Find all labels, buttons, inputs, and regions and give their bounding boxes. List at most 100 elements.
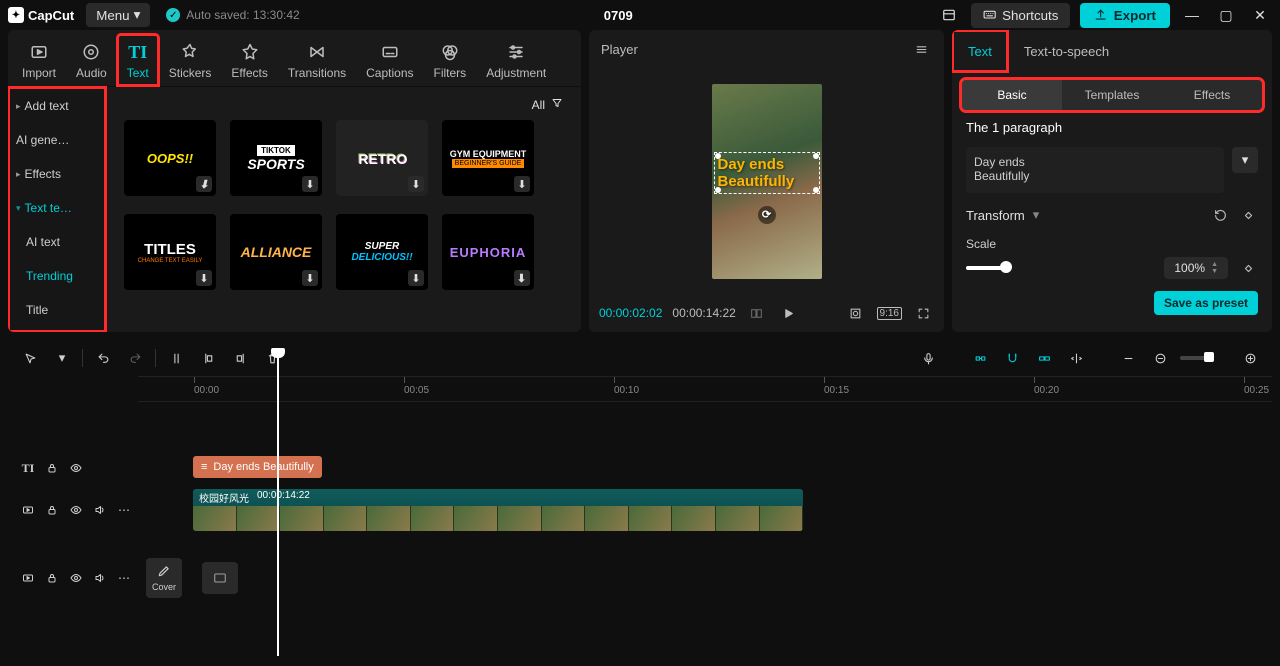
cat-title[interactable]: Title [8, 293, 106, 327]
template-item[interactable]: ALLIANCE⬇ [230, 214, 322, 290]
scale-slider[interactable] [966, 266, 1006, 270]
segment-basic[interactable]: Basic [962, 80, 1062, 110]
mute-icon[interactable] [92, 502, 108, 518]
download-icon[interactable]: ⬇ [302, 176, 318, 192]
cat-effects[interactable]: ▸Effects [8, 157, 106, 191]
tab-import[interactable]: Import [12, 34, 66, 86]
inspector-tab-tts[interactable]: Text-to-speech [1008, 30, 1125, 72]
video-clip[interactable]: 校园好风光 00:00:14:22 [193, 489, 803, 531]
download-icon[interactable]: ⬇ [514, 176, 530, 192]
tab-effects[interactable]: Effects [221, 34, 277, 86]
keyframe-icon[interactable] [1238, 205, 1258, 225]
download-icon[interactable]: ⬇ [196, 270, 212, 286]
list-icon: ≡ [201, 461, 207, 473]
lock-icon[interactable] [44, 570, 60, 586]
zoom-out-button[interactable] [1116, 346, 1140, 370]
trim-right-tool[interactable] [228, 346, 252, 370]
tab-text[interactable]: TIText [117, 34, 159, 86]
mic-button[interactable] [916, 346, 940, 370]
tab-stickers[interactable]: Stickers [159, 34, 222, 86]
eye-icon[interactable] [68, 570, 84, 586]
text-clip[interactable]: ≡ Day ends Beautifully [193, 456, 322, 478]
template-item[interactable]: SUPERDELICIOUS!!⬇ [336, 214, 428, 290]
player-menu-icon[interactable] [910, 38, 932, 60]
segment-templates[interactable]: Templates [1062, 80, 1162, 110]
timeline-ruler[interactable]: 00:00 00:05 00:10 00:15 00:20 00:25 [138, 376, 1272, 402]
download-icon[interactable]: ⬇ [302, 270, 318, 286]
cat-trending[interactable]: Trending [8, 259, 106, 293]
reset-icon[interactable] [1210, 205, 1230, 225]
cover-button[interactable]: Cover [146, 558, 182, 598]
template-item[interactable]: TIKTOKSPORTS⬇ [230, 120, 322, 196]
layout-button[interactable] [937, 3, 961, 27]
eye-icon[interactable] [68, 460, 84, 476]
close-button[interactable]: ✕ [1248, 3, 1272, 27]
trim-left-tool[interactable] [196, 346, 220, 370]
template-item[interactable]: GYM EQUIPMENTBEGINNER'S GUIDE⬇ [442, 120, 534, 196]
pointer-tool[interactable] [18, 346, 42, 370]
minimize-button[interactable]: — [1180, 3, 1204, 27]
inspector-tab-text[interactable]: Text [952, 30, 1008, 72]
rotate-handle-icon[interactable]: ⟳ [758, 206, 776, 224]
scale-fit-icon[interactable] [845, 302, 867, 324]
cover-slot[interactable] [202, 562, 238, 594]
mute-icon[interactable] [92, 570, 108, 586]
cat-ai-gene[interactable]: AI gene… [8, 123, 106, 157]
download-icon[interactable]: ⬇ [196, 176, 212, 192]
zoom-out-circle[interactable] [1148, 346, 1172, 370]
play-button[interactable] [778, 302, 800, 324]
menu-button[interactable]: Menu ▾ [86, 3, 150, 27]
paragraph-textarea[interactable] [966, 147, 1224, 193]
tab-audio[interactable]: Audio [66, 34, 117, 86]
zoom-slider[interactable] [1180, 356, 1210, 360]
media-panel: Import Audio TIText Stickers Effects Tra… [8, 30, 581, 332]
template-item[interactable]: RETRO⬇ [336, 120, 428, 196]
playhead[interactable] [277, 356, 279, 656]
preview-frame[interactable]: Day ends Beautifully ⟳ [712, 84, 822, 279]
compare-icon[interactable] [746, 302, 768, 324]
download-icon[interactable]: ⬇ [408, 176, 424, 192]
lock-icon[interactable] [44, 460, 60, 476]
segment-effects[interactable]: Effects [1162, 80, 1262, 110]
more-icon[interactable]: ⋯ [116, 570, 132, 586]
download-icon[interactable]: ⬇ [514, 270, 530, 286]
cat-add-text[interactable]: ▸Add text [8, 89, 106, 123]
magnet-snap[interactable] [1000, 346, 1024, 370]
fullscreen-icon[interactable] [912, 302, 934, 324]
lock-icon[interactable] [44, 502, 60, 518]
tab-captions[interactable]: Captions [356, 34, 423, 86]
filter-all[interactable]: All [532, 97, 563, 112]
keyframe-icon[interactable] [1238, 258, 1258, 278]
zoom-in-circle[interactable] [1238, 346, 1262, 370]
tab-adjustment[interactable]: Adjustment [476, 34, 556, 86]
more-icon[interactable]: ⋯ [116, 502, 132, 518]
tool-dropdown[interactable]: ▾ [50, 346, 74, 370]
expand-textarea-button[interactable]: ▾ [1232, 147, 1258, 173]
template-item[interactable]: OOPS!!⬇ [124, 120, 216, 196]
preview-axis[interactable] [1064, 346, 1088, 370]
maximize-button[interactable]: ▢ [1214, 3, 1238, 27]
export-button[interactable]: Export [1080, 3, 1170, 28]
magnet-main-track[interactable] [968, 346, 992, 370]
download-icon[interactable]: ⬇ [408, 270, 424, 286]
player-viewport[interactable]: Day ends Beautifully ⟳ [589, 68, 944, 294]
chevron-down-icon: ▾ [1033, 207, 1040, 223]
preview-text-overlay[interactable]: Day ends Beautifully ⟳ [718, 156, 816, 190]
shortcuts-button[interactable]: Shortcuts [971, 3, 1071, 28]
tab-transitions[interactable]: Transitions [278, 34, 356, 86]
stepper-icon[interactable]: ▲▼ [1211, 261, 1218, 275]
cat-ai-text[interactable]: AI text [8, 225, 106, 259]
redo-button[interactable] [123, 346, 147, 370]
aspect-ratio[interactable]: 9:16 [877, 307, 902, 320]
cat-text-templates[interactable]: ▾Text te… [8, 191, 106, 225]
link-tracks[interactable] [1032, 346, 1056, 370]
scale-value[interactable]: 100% ▲▼ [1164, 257, 1228, 279]
eye-icon[interactable] [68, 502, 84, 518]
save-preset-button[interactable]: Save as preset [1154, 291, 1258, 315]
template-item[interactable]: EUPHORIA⬇ [442, 214, 534, 290]
template-item[interactable]: TITLESCHANGE TEXT EASILY⬇ [124, 214, 216, 290]
keyboard-icon [983, 8, 996, 21]
undo-button[interactable] [91, 346, 115, 370]
tab-filters[interactable]: Filters [424, 34, 477, 86]
split-tool[interactable] [164, 346, 188, 370]
